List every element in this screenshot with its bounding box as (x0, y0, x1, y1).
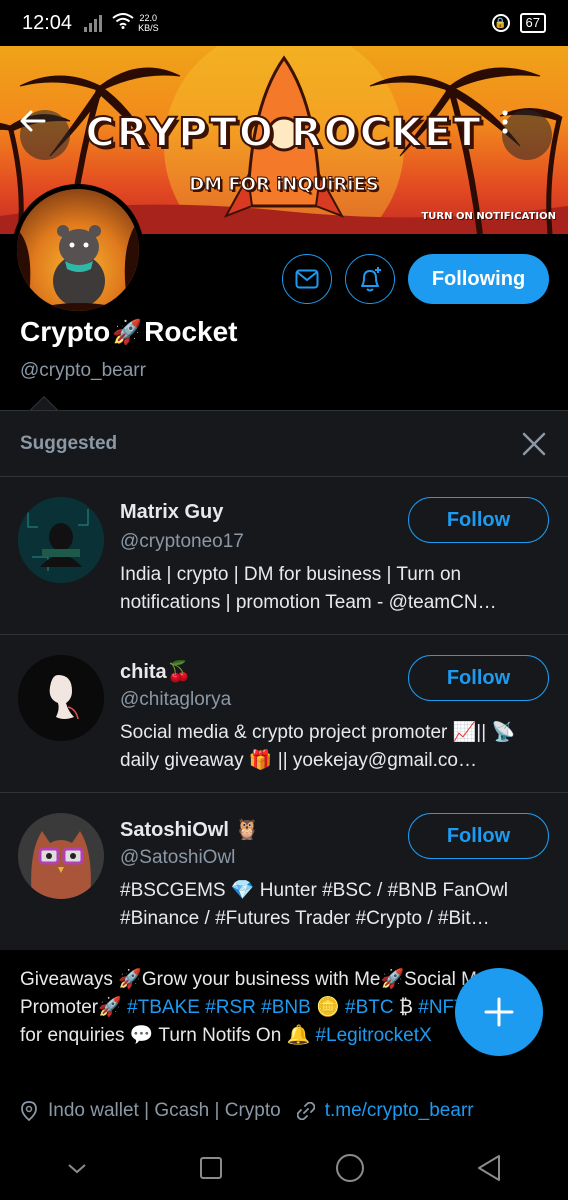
rocket-emoji: 🚀 (112, 318, 143, 346)
suggested-handle: @cryptoneo17 (120, 531, 244, 552)
suggested-name[interactable]: chita🍒 (120, 659, 192, 684)
suggested-header: Suggested (0, 411, 568, 477)
system-navbar (0, 1136, 568, 1200)
location-text: Indo wallet | Gcash | Crypto (48, 1100, 281, 1121)
profile-meta: Indo wallet | Gcash | Crypto t.me/crypto… (20, 1100, 474, 1122)
square-icon (200, 1157, 223, 1179)
lock-icon: 🔒 (491, 14, 510, 32)
suggested-panel: Suggested Matrix Guy @cryptoneo17 India … (0, 410, 568, 950)
close-icon (522, 432, 546, 455)
chevron-down-icon (68, 1164, 86, 1174)
profile-avatar[interactable] (12, 184, 144, 316)
nav-collapse-button[interactable] (66, 1161, 88, 1175)
profile-handle: @crypto_bearr (20, 360, 146, 381)
following-button[interactable]: Following (408, 254, 549, 304)
display-name-part2: Rocket (144, 316, 238, 347)
follow-button[interactable]: Follow (408, 497, 549, 543)
follow-button[interactable]: Follow (408, 655, 549, 701)
message-button[interactable] (282, 254, 332, 304)
display-name: Crypto 🚀 Rocket (20, 316, 238, 348)
nav-back-button[interactable] (476, 1154, 502, 1182)
more-vertical-icon (502, 110, 508, 134)
network-speed: 22.0 KB/S (138, 13, 159, 33)
nav-home-button[interactable] (335, 1153, 365, 1183)
status-bar: 12:04 22.0 KB/S 🔒 67 (0, 0, 568, 46)
suggested-avatar[interactable] (18, 497, 104, 583)
location-icon (21, 1101, 37, 1121)
suggested-avatar[interactable] (18, 813, 104, 899)
suggested-item[interactable]: Matrix Guy @cryptoneo17 India | crypto |… (0, 477, 568, 635)
notifications-button[interactable] (345, 254, 395, 304)
plus-icon (484, 997, 514, 1027)
speed-value: 22.0 (139, 13, 158, 23)
bear-avatar-image (17, 219, 139, 311)
display-name-part1: Crypto (20, 316, 111, 347)
coin-emoji: 🪙 (316, 997, 346, 1018)
suggested-bio: Social media & crypto project promoter 📈… (120, 722, 516, 771)
arrow-left-icon (20, 110, 46, 132)
bio-hashtag-legit[interactable]: #LegitrocketX (315, 1025, 431, 1046)
matrix-guy-avatar-image (18, 497, 104, 583)
follow-button[interactable]: Follow (408, 813, 549, 859)
banner-notification-text: TURN ON NOTIFICATION (421, 211, 556, 222)
back-button[interactable] (20, 110, 70, 160)
owl-avatar-image (18, 813, 104, 899)
compose-button[interactable] (455, 968, 543, 1056)
status-time: 12:04 (22, 11, 73, 34)
speed-unit: KB/S (138, 23, 159, 33)
wifi-icon (112, 12, 134, 34)
suggested-bio: #BSCGEMS 💎 Hunter #BSC / #BNB FanOwl #Bi… (120, 880, 508, 929)
bitcoin-emoji: ₿ (393, 997, 419, 1018)
mail-icon (295, 269, 319, 289)
nav-recents-button[interactable] (199, 1156, 223, 1180)
bio-hashtag-btc[interactable]: #BTC (345, 997, 394, 1018)
triangle-back-icon (478, 1155, 501, 1181)
suggested-avatar[interactable] (18, 655, 104, 741)
bell-plus-icon (361, 267, 381, 292)
suggested-item[interactable]: SatoshiOwl 🦉 @SatoshiOwl #BSCGEMS 💎 Hunt… (0, 793, 568, 951)
chita-avatar-image (18, 655, 104, 741)
banner-title: CRYPTO ROCKET (84, 109, 483, 157)
circle-icon (335, 1154, 364, 1182)
suggested-title: Suggested (20, 432, 118, 454)
close-suggested-button[interactable] (520, 430, 548, 458)
suggested-handle: @chitaglorya (120, 689, 232, 710)
link-icon (296, 1102, 315, 1120)
bio-hashtags[interactable]: #TBAKE #RSR #BNB (127, 997, 311, 1018)
signal-icon (84, 14, 103, 32)
suggested-bio: India | crypto | DM for business | Turn … (120, 564, 497, 613)
more-options-button[interactable] (502, 110, 552, 160)
profile-link[interactable]: t.me/crypto_bearr (325, 1100, 474, 1122)
suggested-handle: @SatoshiOwl (120, 847, 236, 868)
suggested-name[interactable]: Matrix Guy (120, 501, 223, 524)
battery-indicator: 67 (519, 13, 546, 33)
suggested-item[interactable]: chita🍒 @chitaglorya Social media & crypt… (0, 635, 568, 793)
suggested-name[interactable]: SatoshiOwl 🦉 (120, 817, 259, 842)
